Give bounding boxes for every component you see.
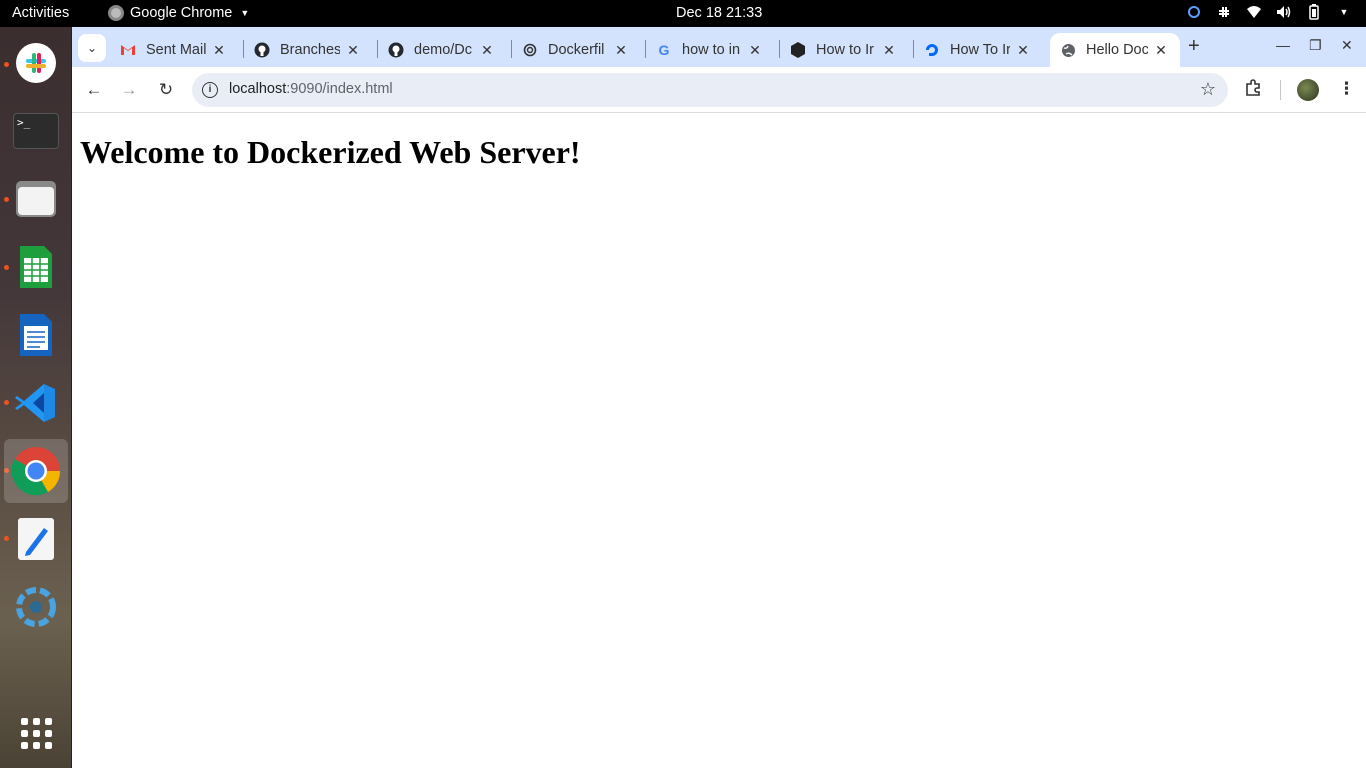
close-icon[interactable]: ✕ — [478, 42, 496, 59]
gmail-icon — [120, 42, 136, 58]
close-icon[interactable]: ✕ — [1152, 42, 1170, 59]
tab-title: Dockerfil — [548, 42, 605, 58]
tab-title: how to in — [682, 42, 741, 58]
shutter-icon — [16, 587, 56, 627]
shotwell-launcher[interactable] — [12, 583, 60, 631]
running-indicator — [4, 197, 9, 202]
tab-sent-mail[interactable]: Sent Mail ✕ — [110, 33, 238, 67]
web-page-content: Welcome to Dockerized Web Server! — [72, 114, 1366, 768]
url-text[interactable]: localhost:9090/index.html — [229, 81, 393, 97]
system-tray[interactable]: ▼ — [1186, 4, 1352, 20]
github-icon — [388, 42, 404, 58]
vscode-icon — [15, 384, 55, 422]
tab-google-search[interactable]: G how to in ✕ — [646, 33, 774, 67]
chevron-down-icon: ⌄ — [86, 41, 98, 55]
tab-search-button[interactable]: ⌄ — [78, 34, 106, 62]
browser-window: ⌄ Sent Mail ✕ Branches ✕ demo/Dc ✕ Docke… — [72, 27, 1366, 768]
show-applications-button[interactable] — [12, 709, 60, 757]
slack-launcher[interactable] — [12, 39, 60, 87]
vscode-launcher[interactable] — [12, 379, 60, 427]
toolbar-divider — [1280, 80, 1281, 100]
kebab-menu-icon[interactable]: ⋮ — [1338, 79, 1355, 99]
bookmark-star-icon[interactable]: ☆ — [1200, 79, 1216, 100]
wifi-icon[interactable] — [1246, 4, 1262, 20]
tab-title: Hello Doc — [1086, 42, 1148, 58]
text-editor-launcher[interactable] — [12, 515, 60, 563]
activities-button[interactable]: Activities — [12, 5, 69, 21]
window-close-icon[interactable]: ✕ — [1341, 37, 1353, 54]
close-icon[interactable]: ✕ — [612, 42, 630, 59]
page-heading: Welcome to Dockerized Web Server! — [80, 134, 581, 170]
openai-icon — [522, 42, 538, 58]
close-icon[interactable]: ✕ — [746, 42, 764, 59]
chrome-app-icon — [108, 5, 124, 21]
chrome-launcher[interactable] — [4, 439, 68, 503]
app-menu[interactable]: Google Chrome ▼ — [108, 5, 249, 21]
slack-icon — [16, 43, 56, 83]
globe-icon — [1060, 42, 1076, 58]
slack-tray-icon[interactable] — [1216, 4, 1232, 20]
extensions-puzzle-icon[interactable] — [1244, 79, 1262, 102]
terminal-launcher[interactable]: >_ — [12, 107, 60, 155]
caret-down-icon: ▼ — [240, 8, 250, 18]
reload-button[interactable]: ↻ — [155, 79, 177, 101]
apps-grid-icon — [20, 717, 52, 749]
minimize-icon[interactable]: — — [1276, 37, 1290, 53]
forward-button[interactable]: → — [118, 79, 140, 101]
site-info-icon[interactable]: i — [202, 82, 218, 98]
tab-title: How To Ir — [950, 42, 1010, 58]
dock: >_ — [0, 27, 72, 768]
tab-how-to-2[interactable]: How To Ir ✕ — [914, 33, 1042, 67]
terminal-icon: >_ — [13, 113, 59, 149]
close-icon[interactable]: ✕ — [1014, 42, 1032, 59]
files-launcher[interactable] — [12, 175, 60, 223]
battery-icon[interactable] — [1306, 4, 1322, 20]
tab-hello-docker[interactable]: Hello Doc ✕ — [1050, 33, 1180, 67]
google-icon: G — [658, 42, 670, 58]
new-tab-button[interactable]: + — [1188, 35, 1200, 58]
tab-branches[interactable]: Branches ✕ — [244, 33, 372, 67]
writer-launcher[interactable] — [12, 311, 60, 359]
tab-title: demo/Dc — [414, 42, 473, 58]
tab-demo[interactable]: demo/Dc ✕ — [378, 33, 506, 67]
tab-strip: ⌄ Sent Mail ✕ Branches ✕ demo/Dc ✕ Docke… — [72, 27, 1366, 67]
tab-title: Branches — [280, 42, 340, 58]
document-icon — [20, 314, 52, 356]
close-icon[interactable]: ✕ — [210, 42, 228, 59]
app-menu-label: Google Chrome — [130, 5, 233, 21]
tab-how-to-1[interactable]: How to Ir ✕ — [780, 33, 908, 67]
address-bar[interactable]: i localhost:9090/index.html ☆ — [192, 73, 1228, 107]
running-indicator — [4, 400, 9, 405]
close-icon[interactable]: ✕ — [880, 42, 898, 59]
spreadsheet-icon — [20, 246, 52, 288]
tab-title: Sent Mail — [146, 42, 206, 58]
back-button[interactable]: ← — [83, 79, 105, 101]
chrome-icon — [11, 447, 61, 496]
browser-toolbar: ← → ↻ i localhost:9090/index.html ☆ ⋮ — [72, 67, 1366, 113]
hexagon-icon — [790, 42, 806, 58]
sync-icon[interactable] — [1186, 4, 1202, 20]
volume-icon[interactable] — [1276, 4, 1292, 20]
restore-icon[interactable]: ❐ — [1309, 37, 1322, 54]
calc-launcher[interactable] — [12, 243, 60, 291]
url-host: localhost — [229, 81, 287, 97]
clock[interactable]: Dec 18 21:33 — [676, 5, 762, 21]
close-icon[interactable]: ✕ — [344, 42, 362, 59]
tab-dockerfile[interactable]: Dockerfil ✕ — [512, 33, 640, 67]
running-indicator — [4, 62, 9, 67]
url-path: :9090/index.html — [286, 81, 393, 97]
files-icon — [16, 181, 56, 217]
profile-avatar[interactable] — [1297, 79, 1319, 101]
top-panel: Activities Google Chrome ▼ Dec 18 21:33 … — [0, 0, 1366, 27]
digitalocean-icon — [924, 42, 940, 58]
github-icon — [254, 42, 270, 58]
running-indicator — [4, 265, 9, 270]
text-editor-icon — [18, 518, 54, 560]
tab-title: How to Ir — [816, 42, 875, 58]
system-menu-caret-icon[interactable]: ▼ — [1336, 4, 1352, 20]
running-indicator — [4, 536, 9, 541]
